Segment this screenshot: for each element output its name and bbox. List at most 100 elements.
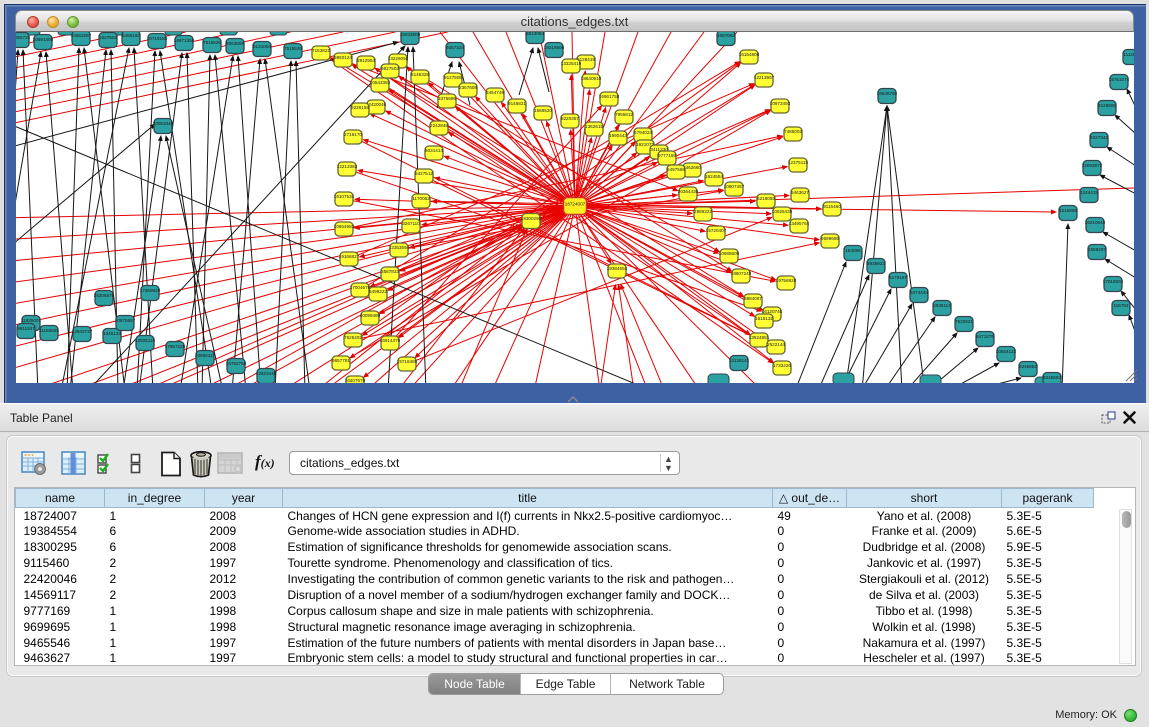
svg-text:9129906: 9129906: [1098, 103, 1116, 108]
svg-text:16671355: 16671355: [174, 38, 195, 43]
svg-text:12375115: 12375115: [788, 160, 809, 165]
svg-text:8454749: 8454749: [486, 90, 504, 95]
svg-text:11156829: 11156829: [39, 328, 59, 333]
svg-text:19384554: 19384554: [607, 266, 628, 271]
svg-text:18807249: 18807249: [731, 271, 752, 276]
svg-text:1170062: 1170062: [412, 196, 430, 201]
svg-text:7485003: 7485003: [784, 129, 802, 134]
svg-text:7632621: 7632621: [955, 319, 973, 324]
svg-text:2367608: 2367608: [459, 85, 477, 90]
svg-text:20691406: 20691406: [33, 37, 54, 42]
svg-text:3215958: 3215958: [1059, 208, 1077, 213]
svg-text:10654122: 10654122: [996, 349, 1017, 354]
svg-text:15720407: 15720407: [706, 228, 727, 233]
svg-text:3587833: 3587833: [381, 269, 399, 274]
svg-text:8912954: 8912954: [357, 58, 375, 63]
svg-text:20053346: 20053346: [153, 121, 174, 126]
svg-text:9463627: 9463627: [791, 190, 809, 195]
svg-text:16407678: 16407678: [345, 378, 366, 383]
svg-text:12942737: 12942737: [72, 329, 93, 334]
svg-text:12213967: 12213967: [754, 75, 775, 80]
svg-text:1112853: 1112853: [1123, 52, 1134, 57]
svg-text:40099489: 40099489: [360, 313, 381, 318]
svg-text:9115460: 9115460: [823, 204, 841, 209]
svg-text:14136141: 14136141: [729, 358, 750, 363]
svg-text:1362615: 1362615: [585, 124, 603, 129]
svg-text:10543382: 10543382: [370, 80, 391, 85]
svg-text:9474444: 9474444: [910, 290, 928, 295]
svg-text:8146328: 8146328: [411, 72, 429, 77]
svg-text:164095: 164095: [845, 248, 861, 253]
svg-text:2087682: 2087682: [717, 33, 735, 38]
svg-text:1244415: 1244415: [1080, 190, 1098, 195]
svg-text:13495764: 13495764: [789, 221, 810, 226]
svg-text:17957225: 17957225: [165, 344, 186, 349]
svg-text:19756928: 19756928: [776, 278, 797, 283]
svg-text:9146821: 9146821: [508, 101, 526, 106]
svg-text:16548784: 16548784: [877, 91, 898, 96]
svg-text:3375685: 3375685: [438, 96, 456, 101]
svg-text:15751074: 15751074: [1109, 77, 1130, 82]
svg-text:12505115: 12505115: [135, 338, 156, 343]
svg-text:6497568: 6497568: [667, 167, 685, 172]
svg-text:10975857: 10975857: [115, 318, 136, 323]
svg-text:9357224: 9357224: [446, 45, 464, 50]
svg-text:6179197: 6179197: [889, 275, 907, 280]
svg-text:1733426: 1733426: [773, 363, 791, 368]
svg-text:9777169: 9777169: [658, 153, 676, 158]
svg-text:3267110: 3267110: [402, 221, 420, 226]
svg-text:1527602: 1527602: [99, 35, 117, 40]
svg-text:11835001: 11835001: [21, 318, 42, 323]
svg-text:1624554: 1624554: [705, 174, 723, 179]
svg-text:9245653: 9245653: [1043, 375, 1061, 380]
svg-text:9226158: 9226158: [351, 105, 369, 110]
svg-text:9227342: 9227342: [1090, 135, 1108, 140]
svg-text:10958117: 10958117: [195, 353, 216, 358]
svg-text:1569297: 1569297: [1088, 247, 1106, 252]
svg-text:10719185: 10719185: [147, 36, 168, 41]
svg-text:8427512: 8427512: [415, 171, 433, 176]
svg-text:18640910: 18640910: [581, 76, 602, 81]
svg-text:10807487: 10807487: [724, 184, 745, 189]
svg-text:6794024: 6794024: [634, 130, 652, 135]
svg-text:9827503: 9827503: [381, 66, 399, 71]
svg-text:13226058: 13226058: [388, 56, 409, 61]
svg-text:10553267: 10553267: [71, 33, 92, 38]
svg-text:116753: 116753: [1114, 303, 1129, 308]
svg-text:8031414: 8031414: [425, 148, 443, 153]
svg-text:15716485: 15716485: [397, 359, 418, 364]
svg-text:12353594: 12353594: [389, 245, 410, 250]
svg-text:2935114: 2935114: [933, 303, 951, 308]
svg-text:19218506: 19218506: [544, 45, 565, 50]
svg-text:8813054: 8813054: [526, 32, 544, 36]
svg-text:9911847: 9911847: [17, 326, 35, 331]
svg-text:13524851: 13524851: [749, 335, 770, 340]
svg-text:9657791: 9657791: [332, 358, 350, 363]
svg-text:20364436: 20364436: [678, 189, 699, 194]
svg-text:2522144: 2522144: [767, 342, 785, 347]
svg-text:12923448: 12923448: [256, 371, 277, 376]
svg-text:6466160: 6466160: [122, 33, 140, 38]
svg-text:13325419: 13325419: [561, 61, 582, 66]
svg-text:9699695: 9699695: [821, 236, 839, 241]
svg-text:7462660: 7462660: [683, 165, 701, 170]
svg-text:6216055: 6216055: [757, 196, 775, 201]
svg-text:8471876: 8471876: [976, 334, 994, 339]
svg-text:14055724: 14055724: [16, 35, 31, 40]
svg-text:16210643: 16210643: [1085, 220, 1106, 225]
svg-text:16914479: 16914479: [380, 338, 401, 343]
svg-text:9245652: 9245652: [1019, 364, 1037, 369]
svg-text:7955812: 7955812: [615, 112, 633, 117]
svg-text:17004678: 17004678: [350, 285, 371, 290]
svg-text:16107534: 16107534: [334, 194, 355, 199]
svg-text:7515526: 7515526: [203, 40, 221, 45]
svg-text:7515526: 7515526: [284, 46, 302, 51]
svg-text:16120746: 16120746: [762, 309, 783, 314]
svg-text:26206576: 26206576: [94, 293, 115, 298]
svg-text:2986322: 2986322: [694, 209, 712, 214]
svg-text:1615132: 1615132: [755, 316, 773, 321]
svg-text:8131054: 8131054: [253, 44, 271, 49]
svg-text:1345134: 1345134: [103, 331, 121, 336]
svg-text:10025438: 10025438: [772, 209, 793, 214]
svg-text:12093872: 12093872: [1082, 163, 1103, 168]
